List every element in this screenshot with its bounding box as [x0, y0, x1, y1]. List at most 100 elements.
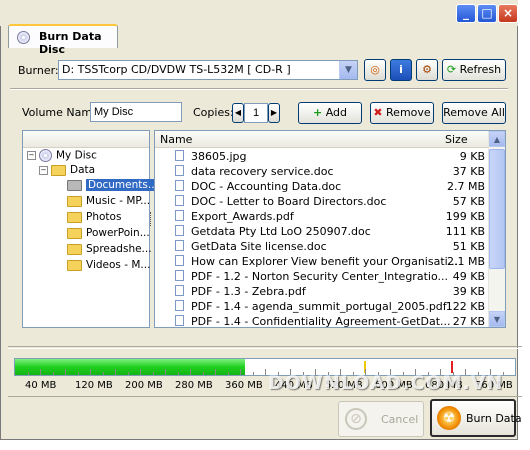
tree-item-root[interactable]: − My Disc [27, 149, 97, 164]
file-name: PDF - 1.3 - Zebra.pdf [191, 285, 306, 298]
file-name: PDF - 1.2 - Norton Security Center_Integ… [191, 270, 448, 283]
maximize-button[interactable]: □ [477, 4, 497, 23]
folder-icon [51, 164, 66, 176]
capacity-tick [177, 372, 179, 375]
add-label: Add [325, 106, 347, 119]
file-name: GetData Site license.doc [191, 240, 327, 253]
collapse-icon[interactable]: − [27, 151, 36, 160]
folder-icon [67, 211, 82, 223]
copies-input[interactable] [244, 103, 268, 123]
file-row[interactable]: 38605.jpg 9 KB [155, 148, 489, 164]
scroll-up-arrow[interactable]: ▲ [489, 131, 505, 147]
refresh-button[interactable]: ⟳ Refresh [442, 59, 506, 81]
chevron-down-icon[interactable]: ▼ [339, 61, 357, 79]
copies-label: Copies: [193, 106, 234, 119]
settings-button[interactable]: ⚙ [416, 59, 438, 81]
document-icon [175, 315, 184, 326]
file-size: 49 KB [452, 270, 485, 283]
scroll-thumb[interactable] [489, 149, 505, 269]
capacity-label: 120 MB [75, 380, 113, 391]
column-name[interactable]: Name [160, 133, 192, 146]
file-name: Export_Awards.pdf [191, 210, 294, 223]
tab-label: Burn Data Disc [39, 30, 102, 56]
cancel-button[interactable]: ⊘ Cancel [338, 401, 424, 437]
file-name: How can Explorer View benefit your Organ… [191, 255, 459, 268]
tree-item-label: Photos [86, 211, 122, 223]
capacity-tick [265, 369, 266, 375]
remove-icon: ✖ [373, 106, 383, 119]
remove-button[interactable]: ✖ Remove [370, 102, 434, 124]
file-list[interactable]: Name Size 38605.jpg 9 KB data recovery ser… [154, 130, 506, 328]
document-icon [175, 225, 184, 236]
copies-increase-button[interactable]: ▶ [268, 103, 280, 123]
file-size: 51 KB [452, 240, 485, 253]
eject-button[interactable]: ◎ [364, 59, 386, 81]
tree-item-label: Music - MP... [86, 195, 151, 207]
file-row[interactable]: Getdata Pty Ltd LoO 250907.doc 111 KB [155, 223, 489, 239]
capacity-fill [15, 359, 245, 375]
info-icon: i [399, 63, 403, 76]
capacity-label: 360 MB [225, 380, 263, 391]
collapse-icon[interactable]: − [39, 165, 48, 175]
burner-label: Burner: [18, 64, 59, 77]
burn-label: Burn Data [466, 412, 522, 425]
file-row[interactable]: PDF - 1.4 - Confidentiality Agreement-Ge… [155, 313, 489, 328]
tree-item-videos[interactable]: Videos - M... [67, 259, 150, 274]
file-list-scrollbar[interactable]: ▲ ▼ [488, 131, 505, 327]
file-size: 27 KB [452, 315, 485, 328]
document-icon [175, 210, 184, 221]
burn-data-button[interactable]: ☢ Burn Data [430, 399, 522, 437]
file-row[interactable]: PDF - 1.4 - agenda_summit_portugal_2005.… [155, 298, 489, 314]
file-row[interactable]: Export_Awards.pdf 199 KB [155, 208, 489, 224]
remove-all-button[interactable]: Remove All [442, 102, 506, 124]
close-button[interactable]: × [498, 4, 518, 23]
minimize-button[interactable]: _ [456, 4, 476, 23]
tree-item-spreadsheets[interactable]: Spreadshe... [67, 243, 152, 258]
capacity-tick [40, 369, 41, 375]
copies-decrease-button[interactable]: ◀ [232, 103, 244, 123]
separator [8, 396, 522, 398]
burner-value: D: TSSTcorp CD/DVDW TS-L532M [ CD-R ] [62, 63, 291, 76]
tree-item-music[interactable]: Music - MP... [67, 195, 150, 210]
file-row[interactable]: How can Explorer View benefit your Organ… [155, 253, 489, 269]
file-row[interactable]: GetData Site license.doc 51 KB [155, 238, 489, 254]
file-row[interactable]: DOC - Accounting Data.doc 2.7 MB [155, 178, 489, 194]
capacity-tick [202, 372, 204, 375]
tree-item-label: Documents... [86, 179, 160, 191]
capacity-label: 200 MB [125, 380, 163, 391]
chevron-left-icon: ◀ [234, 108, 242, 117]
volume-name-input[interactable] [90, 102, 182, 122]
info-button[interactable]: i [390, 59, 412, 81]
file-list-header: Name Size [155, 131, 489, 148]
tree-item-documents[interactable]: Documents... [67, 179, 160, 194]
folder-tree[interactable]: − My Disc − Data Documents... Music - MP..… [22, 130, 160, 328]
file-row[interactable]: PDF - 1.2 - Norton Security Center_Integ… [155, 268, 489, 284]
file-row[interactable]: DOC - Letter to Board Directors.doc 57 KB [155, 193, 489, 209]
file-row[interactable]: data recovery service.doc 37 KB [155, 163, 489, 179]
scroll-down-arrow[interactable]: ▼ [489, 311, 505, 327]
tree-item-photos[interactable]: Photos [67, 211, 121, 226]
folder-icon [67, 259, 82, 271]
file-size: 57 KB [452, 195, 485, 208]
document-icon [175, 240, 184, 251]
tree-item-data[interactable]: − Data [39, 164, 95, 179]
file-name: PDF - 1.4 - agenda_summit_portugal_2005.… [191, 300, 447, 313]
file-name: 38605.jpg [191, 150, 247, 163]
tab-burn-data-disc[interactable]: Burn Data Disc [8, 24, 118, 56]
tree-item-powerpoint[interactable]: PowerPoin... [67, 227, 150, 242]
file-size: 39 KB [452, 285, 485, 298]
capacity-tick [190, 369, 191, 375]
add-button[interactable]: + Add [298, 102, 362, 124]
burner-select[interactable]: D: TSSTcorp CD/DVDW TS-L532M [ CD-R ] ▼ [58, 60, 358, 80]
tree-item-label: Videos - M... [86, 259, 151, 271]
file-name: Getdata Pty Ltd LoO 250907.doc [191, 225, 371, 238]
capacity-label: 280 MB [175, 380, 213, 391]
capacity-tick [240, 369, 241, 375]
document-icon [175, 180, 184, 191]
column-size[interactable]: Size [445, 133, 468, 146]
tree-item-label: Data [70, 164, 96, 176]
file-row[interactable]: PDF - 1.3 - Zebra.pdf 39 KB [155, 283, 489, 299]
file-size: 111 KB [445, 225, 485, 238]
title-bar [0, 0, 518, 26]
tree-item-label: My Disc [56, 149, 97, 162]
